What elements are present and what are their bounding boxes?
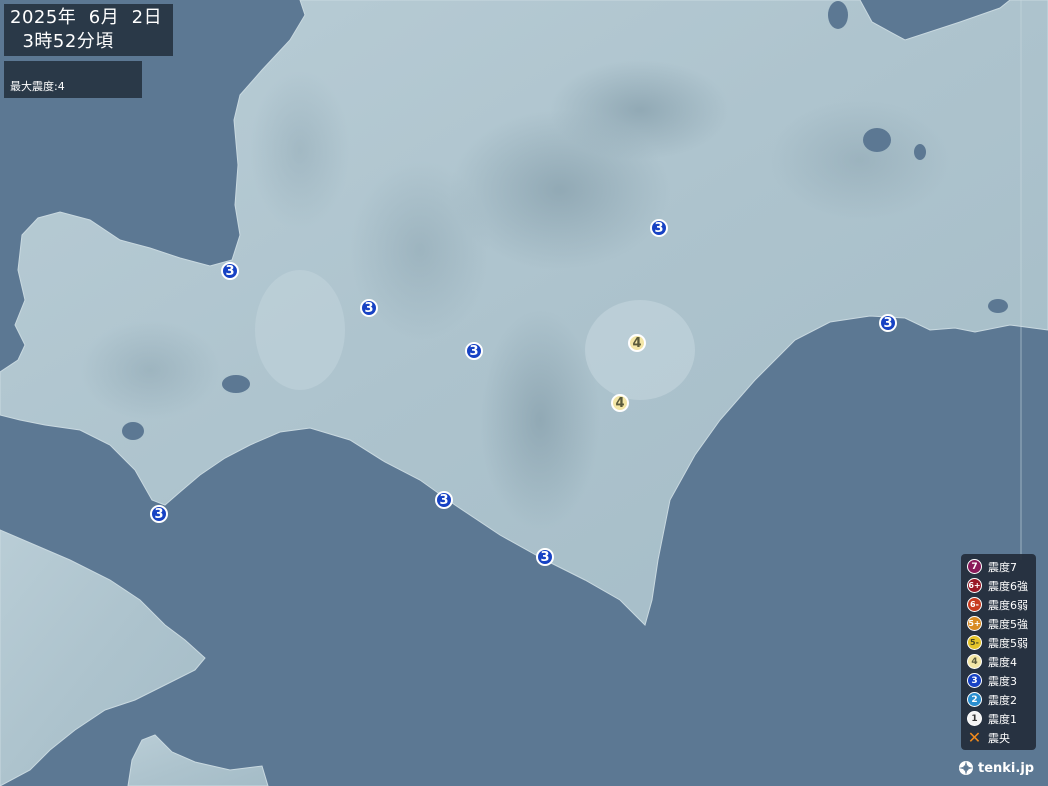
legend-symbol: 5- [967,635,982,650]
brand-name: tenki.jp [978,760,1035,776]
intensity-marker[interactable]: 3 [536,548,554,566]
legend-symbol: 2 [967,692,982,707]
brand-logo[interactable]: tenki.jp [958,758,1034,778]
legend-item: 6+ 震度6強 [967,576,1028,595]
legend-item: 4 震度4 [967,652,1017,671]
intensity-marker[interactable]: 3 [150,505,168,523]
intensity-marker[interactable]: 3 [465,342,483,360]
legend-symbol: 7 [967,559,982,574]
legend-item: 1 震度1 [967,709,1017,728]
max-intensity-text: 最大震度:4 [10,80,65,93]
legend-symbol: 1 [967,711,982,726]
intensity-marker[interactable]: 3 [879,314,897,332]
legend-label: 震度6弱 [988,598,1028,612]
legend-item: 6- 震度6弱 [967,595,1028,614]
max-intensity-box: 最大震度:4 [4,61,142,98]
legend-item: ✕ 震央 [967,728,1010,747]
intensity-marker[interactable]: 3 [221,262,239,280]
legend-label: 震度4 [988,655,1017,669]
legend-item: 3 震度3 [967,671,1017,690]
legend-label: 震度2 [988,693,1017,707]
time-text: 3時52分頃 [10,31,114,52]
legend-label: 震度6強 [988,579,1028,593]
legend-label: 震度5弱 [988,636,1028,650]
legend-symbol: 5+ [967,616,982,631]
legend-label: 震度5強 [988,617,1028,631]
legend-item: 2 震度2 [967,690,1017,709]
intensity-legend: 7 震度7 6+ 震度6強 6- 震度6弱 5+ 震度5強 5- 震度5弱 4 … [961,554,1036,750]
legend-symbol: 6+ [967,578,982,593]
legend-label: 震度7 [988,560,1017,574]
legend-label: 震度3 [988,674,1017,688]
intensity-marker[interactable]: 3 [650,219,668,237]
legend-item: 5- 震度5弱 [967,633,1028,652]
legend-label: 震度1 [988,712,1017,726]
datetime-box: 2025年 6月 2日 3時52分頃 [4,4,173,56]
legend-symbol: 4 [967,654,982,669]
legend-symbol: 3 [967,673,982,688]
intensity-marker[interactable]: 4 [628,334,646,352]
epicenter-icon: ✕ [967,728,982,747]
legend-label: 震央 [988,731,1010,745]
legend-item: 7 震度7 [967,557,1017,576]
tenki-logo-icon [959,761,973,775]
intensity-marker[interactable]: 3 [435,491,453,509]
intensity-marker[interactable]: 3 [360,299,378,317]
date-text: 2025年 6月 2日 [10,7,163,28]
intensity-marker[interactable]: 4 [611,394,629,412]
legend-item: 5+ 震度5強 [967,614,1028,633]
legend-symbol: 6- [967,597,982,612]
map-background [0,0,1048,786]
